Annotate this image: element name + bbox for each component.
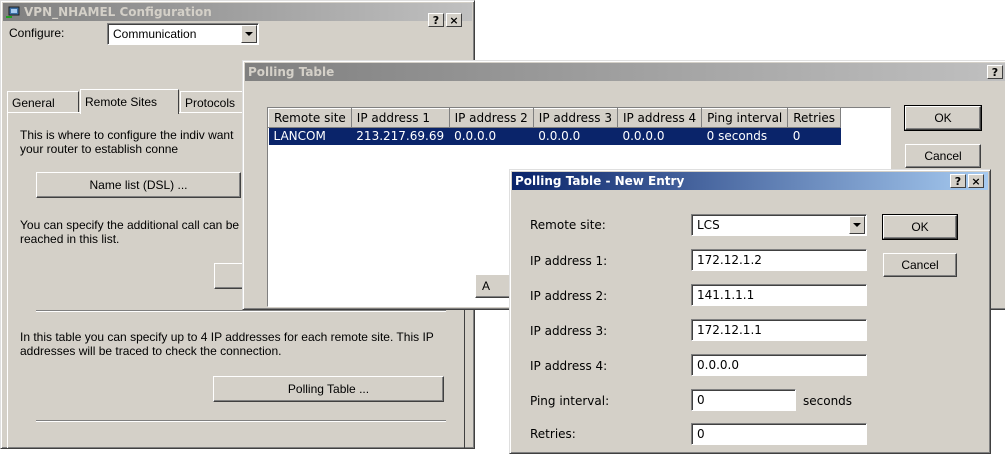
- ping-interval-field[interactable]: 0: [691, 389, 796, 411]
- new-entry-dialog: Polling Table - New Entry ? × Remote sit…: [509, 169, 991, 454]
- help-icon[interactable]: ?: [950, 174, 966, 188]
- table-cell: 0: [787, 127, 841, 145]
- divider-2: [36, 420, 446, 422]
- ok-button[interactable]: OK: [882, 214, 958, 240]
- ip4-field[interactable]: 0.0.0.0: [691, 354, 867, 376]
- remote-site-value: LCS: [697, 218, 720, 232]
- table-row[interactable]: LANCOM 213.217.69.69 0.0.0.0 0.0.0.0 0.0…: [268, 127, 841, 145]
- ip3-field[interactable]: 172.12.1.1: [691, 319, 867, 341]
- chevron-down-icon[interactable]: [241, 25, 257, 43]
- remote-sites-description: This is where to configure the indiv wan…: [20, 128, 234, 156]
- col-ping-interval[interactable]: Ping interval: [701, 108, 789, 128]
- new-entry-title: Polling Table - New Entry: [515, 174, 685, 188]
- retries-label: Retries:: [530, 427, 576, 441]
- ip2-label: IP address 2:: [530, 289, 608, 303]
- polling-title: Polling Table: [248, 65, 335, 79]
- col-retries[interactable]: Retries: [787, 108, 842, 128]
- ip1-label: IP address 1:: [530, 254, 608, 268]
- additional-call-description: You can specify the additional call can …: [20, 218, 240, 246]
- config-title: VPN_NHAMEL Configuration: [24, 5, 212, 19]
- config-titlebar[interactable]: VPN_NHAMEL Configuration: [3, 3, 472, 21]
- help-icon[interactable]: ?: [987, 65, 1003, 79]
- polling-titlebar[interactable]: Polling Table: [245, 63, 1005, 81]
- polling-description: In this table you can specify up to 4 IP…: [20, 330, 434, 358]
- configure-select-value: Communication: [113, 27, 197, 41]
- close-icon[interactable]: ×: [446, 13, 462, 27]
- col-ip1[interactable]: IP address 1: [350, 108, 450, 128]
- ip3-label: IP address 3:: [530, 324, 608, 338]
- polling-table: Remote site IP address 1 IP address 2 IP…: [268, 108, 842, 145]
- configure-select[interactable]: Communication: [107, 23, 259, 45]
- remote-site-label: Remote site:: [530, 218, 606, 232]
- chevron-down-icon[interactable]: [849, 216, 865, 234]
- table-cell: LANCOM: [268, 127, 352, 145]
- col-ip4[interactable]: IP address 4: [616, 108, 703, 128]
- new-entry-titlebar[interactable]: Polling Table - New Entry: [512, 172, 988, 190]
- tab-remote-sites[interactable]: Remote Sites: [80, 89, 179, 114]
- app-icon: [6, 6, 20, 18]
- col-remote-site[interactable]: Remote site: [268, 108, 352, 128]
- polling-table-button[interactable]: Polling Table ...: [213, 376, 444, 402]
- ping-interval-label: Ping interval:: [530, 394, 610, 408]
- divider: [36, 310, 446, 312]
- help-icon[interactable]: ?: [428, 13, 444, 27]
- configure-label: Configure:: [9, 26, 65, 40]
- polling-header-row: Remote site IP address 1 IP address 2 IP…: [268, 108, 842, 128]
- table-cell: 0.0.0.0: [449, 127, 534, 145]
- table-cell: 0.0.0.0: [617, 127, 702, 145]
- table-cell: 0.0.0.0: [533, 127, 618, 145]
- cancel-button[interactable]: Cancel: [905, 144, 981, 168]
- col-ip3[interactable]: IP address 3: [532, 108, 618, 128]
- retries-field[interactable]: 0: [691, 423, 867, 445]
- remote-site-select[interactable]: LCS: [691, 214, 867, 236]
- name-list-button[interactable]: Name list (DSL) ...: [36, 172, 241, 198]
- ok-button[interactable]: OK: [904, 105, 982, 131]
- table-cell: 213.217.69.69: [351, 127, 450, 145]
- ping-unit-label: seconds: [803, 394, 853, 408]
- tab-general[interactable]: General: [7, 91, 79, 113]
- ip2-field[interactable]: 141.1.1.1: [691, 284, 867, 306]
- ip1-field[interactable]: 172.12.1.2: [691, 249, 867, 271]
- col-ip2[interactable]: IP address 2: [448, 108, 534, 128]
- table-cell: 0 seconds: [701, 127, 788, 145]
- cancel-button[interactable]: Cancel: [883, 253, 957, 277]
- ip4-label: IP address 4:: [530, 359, 608, 373]
- close-icon[interactable]: ×: [968, 174, 984, 188]
